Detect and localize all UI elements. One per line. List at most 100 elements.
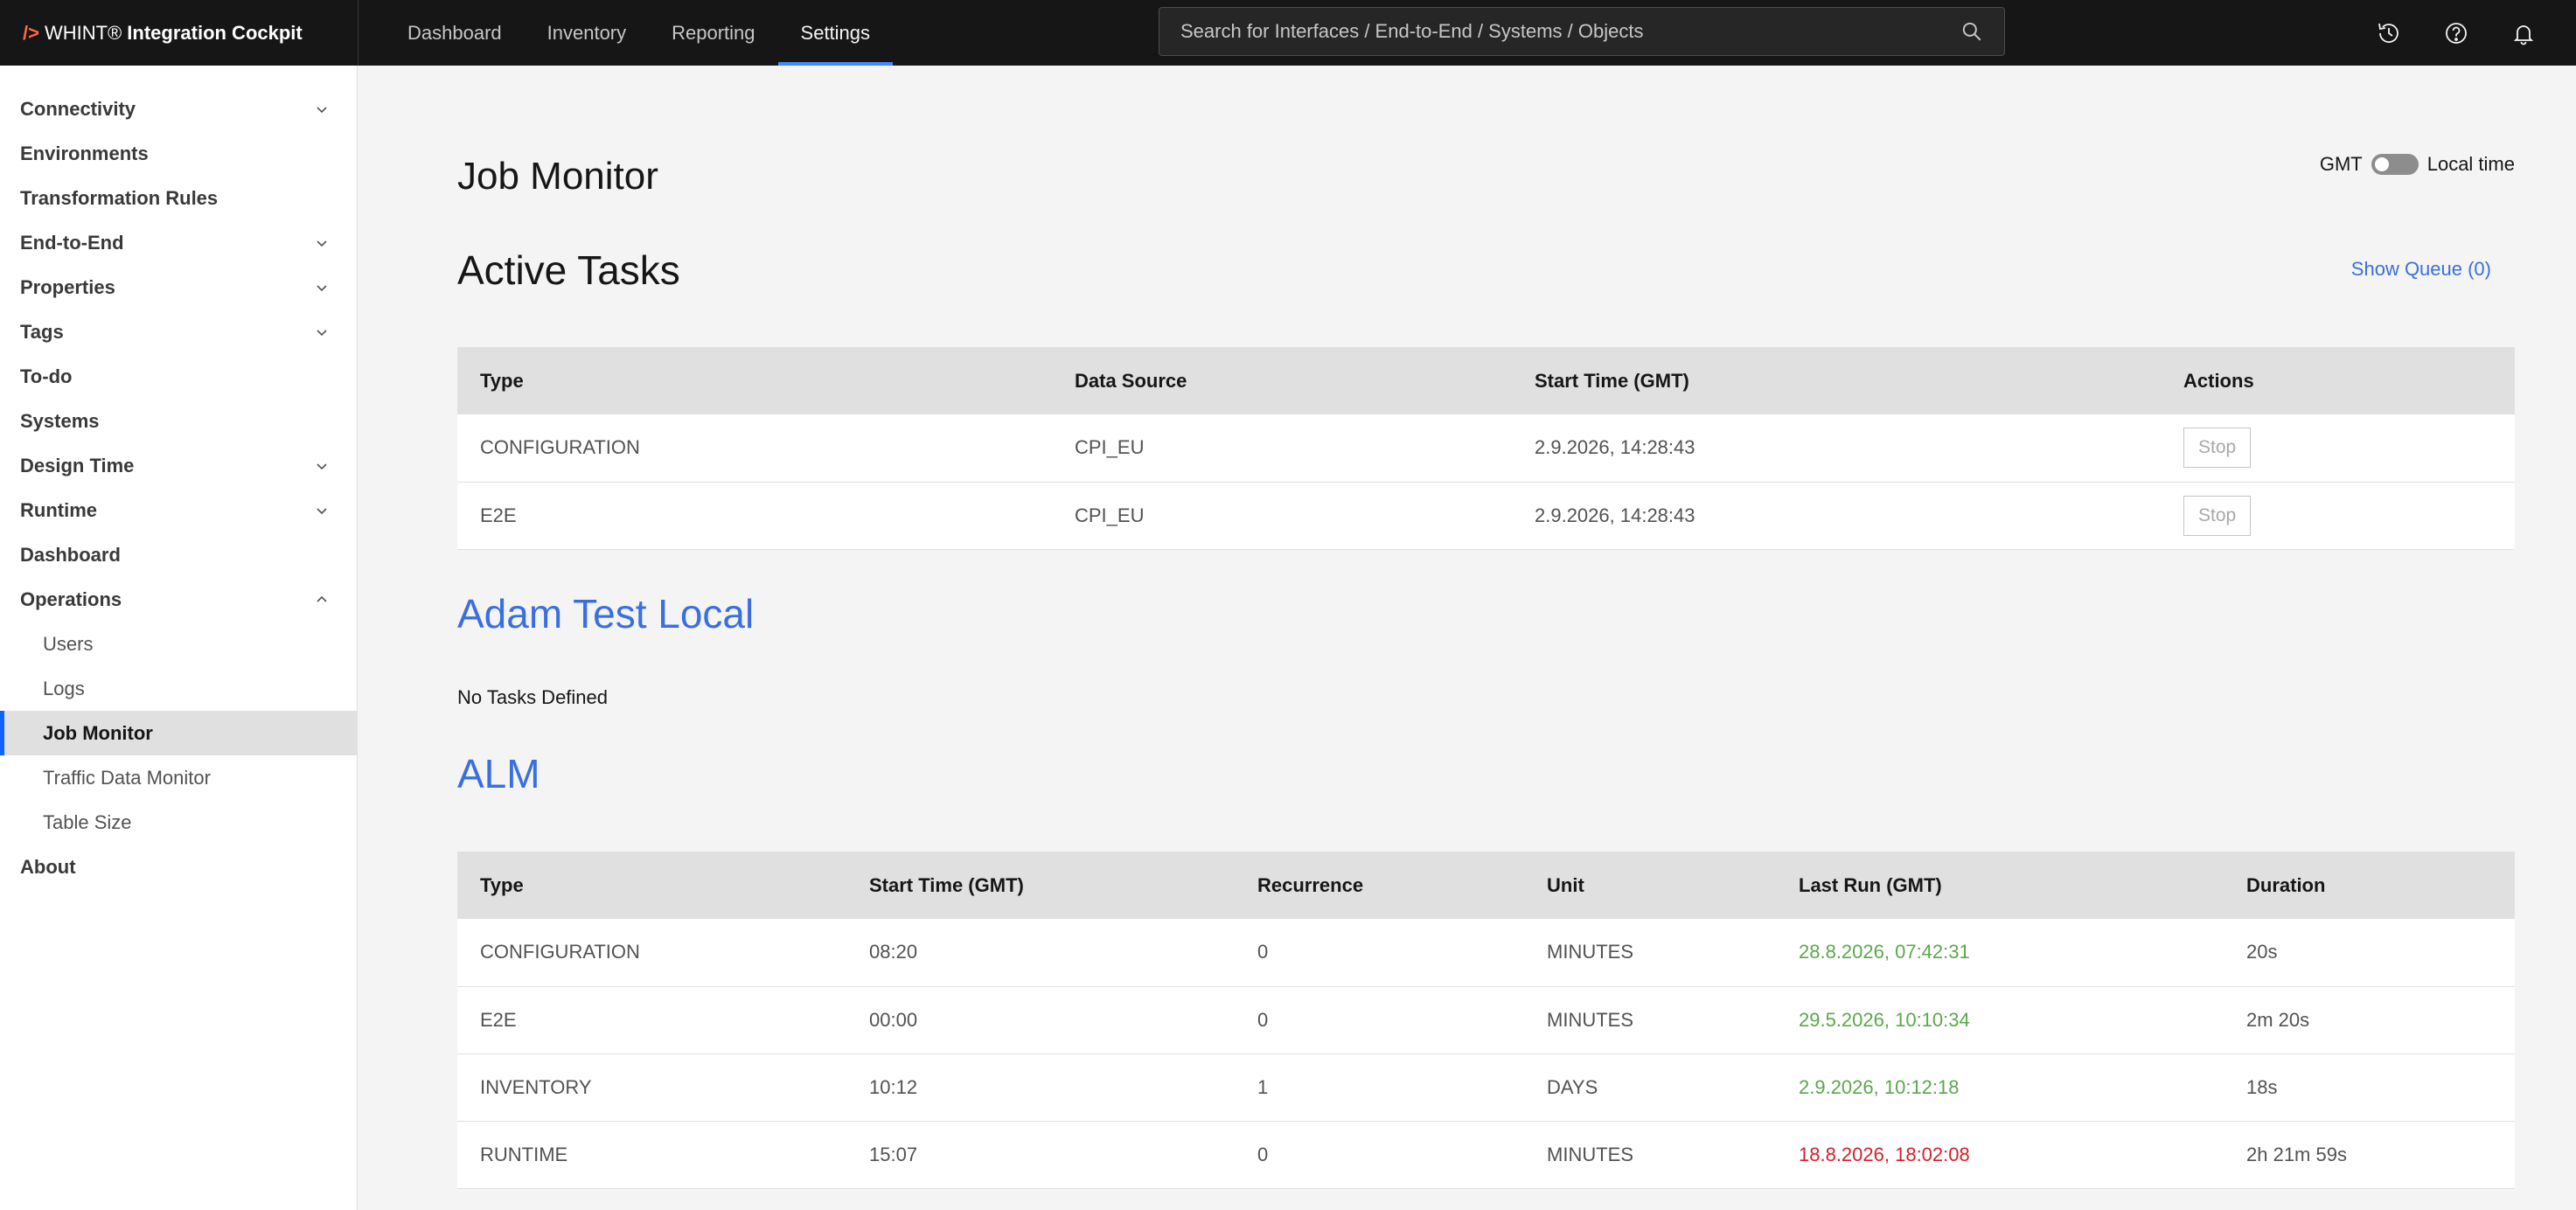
chevron-down-icon <box>317 106 327 113</box>
sidebar-item-to-do[interactable]: To-do <box>0 354 357 399</box>
cell-duration: 2m 20s <box>2246 1008 2310 1031</box>
nav-reporting[interactable]: Reporting <box>649 0 777 66</box>
table-header-row: Type Data Source Start Time (GMT) Action… <box>457 347 2515 414</box>
no-tasks-message: No Tasks Defined <box>457 686 609 708</box>
sidebar-item-label: Properties <box>20 275 115 298</box>
cell-actions: Stop <box>2161 482 2515 549</box>
help-icon[interactable] <box>2422 0 2489 66</box>
sidebar-subitem-traffic-data-monitor[interactable]: Traffic Data Monitor <box>0 755 357 800</box>
environment-title-adam-test-local[interactable]: Adam Test Local <box>457 590 754 637</box>
sidebar-item-end-to-end[interactable]: End-to-End <box>0 220 357 265</box>
cell-unit: MINUTES <box>1547 1008 1633 1031</box>
tz-gmt-label: GMT <box>2319 153 2363 175</box>
column-header[interactable]: Unit <box>1524 852 1776 919</box>
sidebar-item-label: Tags <box>20 320 64 343</box>
nav-inventory[interactable]: Inventory <box>525 0 650 66</box>
sidebar-item-connectivity[interactable]: Connectivity <box>0 87 357 131</box>
table-row[interactable]: INVENTORY 10:12 1 DAYS 2.9.2026, 10:12:1… <box>457 1054 2515 1121</box>
sidebar-subitem-table-size[interactable]: Table Size <box>0 800 357 845</box>
cell-last-run: 2.9.2026, 10:12:18 <box>1799 1075 1960 1098</box>
cell-start-time: 10:12 <box>869 1075 918 1098</box>
main-content: Job Monitor GMT Local time Active Tasks … <box>359 66 2576 1210</box>
history-icon[interactable] <box>2355 0 2422 66</box>
environment-title-alm[interactable]: ALM <box>457 750 540 797</box>
show-queue-link[interactable]: Show Queue (0) <box>2351 258 2491 281</box>
chevron-down-icon <box>317 507 327 514</box>
sidebar-item-operations[interactable]: Operations <box>0 577 357 622</box>
stop-button[interactable]: Stop <box>2183 428 2252 469</box>
table-row[interactable]: CONFIGURATION 08:20 0 MINUTES 28.8.2026,… <box>457 919 2515 986</box>
nav-dashboard[interactable]: Dashboard <box>385 0 525 66</box>
timezone-toggle[interactable] <box>2371 154 2419 175</box>
sidebar-item-transformation-rules[interactable]: Transformation Rules <box>0 176 357 220</box>
notification-bell-icon[interactable] <box>2489 0 2557 66</box>
cell-start-time: 2.9.2026, 14:28:43 <box>1535 504 1695 526</box>
chevron-up-icon <box>317 595 327 602</box>
table-row: CONFIGURATION CPI_EU 2.9.2026, 14:28:43 … <box>457 414 2515 482</box>
brand-name: WHINT® <box>44 21 122 44</box>
sidebar-item-environments[interactable]: Environments <box>0 131 357 176</box>
cell-start-time: 00:00 <box>869 1008 918 1031</box>
sidebar-item-about[interactable]: About <box>0 845 357 889</box>
sidebar-item-design-time[interactable]: Design Time <box>0 443 357 488</box>
page-title: Job Monitor <box>457 155 658 198</box>
cell-unit: MINUTES <box>1547 941 1633 963</box>
sidebar-subitem-logs[interactable]: Logs <box>0 666 357 711</box>
column-header[interactable]: Start Time (GMT) <box>1512 347 2161 414</box>
sidebar-item-dashboard[interactable]: Dashboard <box>0 532 357 577</box>
top-icons <box>2355 0 2557 66</box>
cell-last-run: 29.5.2026, 10:10:34 <box>1799 1008 1970 1031</box>
brand-product: Integration Cockpit <box>127 21 303 44</box>
sidebar-subitem-job-monitor[interactable]: Job Monitor <box>0 711 357 755</box>
sidebar: Connectivity Environments Transformation… <box>0 66 358 1210</box>
column-header[interactable]: Data Source <box>1052 347 1512 414</box>
table-row: E2E CPI_EU 2.9.2026, 14:28:43 Stop <box>457 482 2515 549</box>
search-icon[interactable] <box>1960 20 1983 43</box>
sidebar-item-label: Systems <box>20 409 100 432</box>
cell-type: E2E <box>480 1008 517 1031</box>
cell-type: CONFIGURATION <box>480 941 640 963</box>
timezone-toggle-group: GMT Local time <box>2320 153 2515 176</box>
cell-last-run: 28.8.2026, 07:42:31 <box>1799 941 1970 963</box>
top-nav: Dashboard Inventory Reporting Settings <box>385 0 893 66</box>
nav-settings[interactable]: Settings <box>777 0 894 66</box>
table-row[interactable]: RUNTIME 15:07 0 MINUTES 18.8.2026, 18:02… <box>457 1121 2515 1188</box>
sidebar-item-label: Dashboard <box>20 543 121 566</box>
chevron-down-icon <box>317 329 327 336</box>
cell-recurrence: 0 <box>1257 1008 1269 1031</box>
column-header[interactable]: Duration <box>2224 852 2515 919</box>
cell-start-time: 15:07 <box>869 1143 918 1165</box>
column-header[interactable]: Recurrence <box>1235 852 1524 919</box>
sidebar-item-label: Environments <box>20 142 149 164</box>
stop-button[interactable]: Stop <box>2183 495 2252 536</box>
sidebar-item-tags[interactable]: Tags <box>0 309 357 354</box>
cell-recurrence: 0 <box>1257 941 1269 963</box>
cell-duration: 2h 21m 59s <box>2246 1143 2347 1165</box>
global-search <box>1159 7 2005 56</box>
column-header: Actions <box>2183 369 2254 392</box>
chevron-down-icon <box>317 240 327 247</box>
sidebar-item-label: Operations <box>20 588 122 610</box>
cell-data-source: CPI_EU <box>1075 436 1145 459</box>
toggle-knob <box>2374 157 2389 171</box>
cell-start-time: 2.9.2026, 14:28:43 <box>1535 436 1695 459</box>
sidebar-item-properties[interactable]: Properties <box>0 265 357 309</box>
sidebar-subitem-users[interactable]: Users <box>0 622 357 666</box>
column-header[interactable]: Last Run (GMT) <box>1776 852 2224 919</box>
column-header[interactable]: Type <box>457 347 1052 414</box>
top-bar: /> WHINT® Integration Cockpit Dashboard … <box>0 0 2576 66</box>
sidebar-item-label: Connectivity <box>20 97 136 120</box>
cell-type: INVENTORY <box>480 1075 592 1098</box>
cell-unit: DAYS <box>1547 1075 1598 1098</box>
chevron-down-icon <box>317 284 327 291</box>
column-header[interactable]: Start Time (GMT) <box>846 852 1235 919</box>
table-row[interactable]: E2E 00:00 0 MINUTES 29.5.2026, 10:10:34 … <box>457 986 2515 1054</box>
cell-recurrence: 0 <box>1257 1143 1269 1165</box>
sidebar-item-systems[interactable]: Systems <box>0 399 357 443</box>
column-header[interactable]: Type <box>457 852 846 919</box>
cell-duration: 20s <box>2246 941 2278 963</box>
app-brand[interactable]: /> WHINT® Integration Cockpit <box>0 0 359 66</box>
search-input[interactable] <box>1180 20 1960 43</box>
cell-type: E2E <box>480 504 517 526</box>
sidebar-item-runtime[interactable]: Runtime <box>0 488 357 532</box>
